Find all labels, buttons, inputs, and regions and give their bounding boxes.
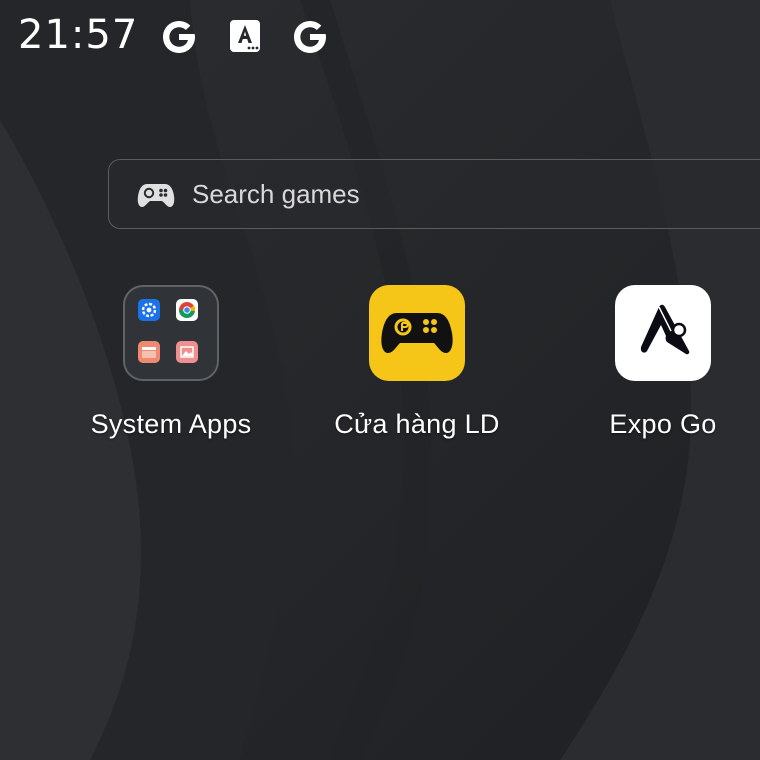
status-time: 21:57 bbox=[18, 12, 139, 58]
file-manager-icon bbox=[138, 341, 160, 363]
google-g-icon bbox=[294, 21, 326, 53]
app-expo-go[interactable]: Expo Go bbox=[563, 285, 760, 455]
folder-icon[interactable] bbox=[123, 285, 219, 381]
expo-go-icon[interactable] bbox=[615, 285, 711, 381]
settings-icon bbox=[138, 299, 160, 321]
app-system-apps[interactable]: System Apps bbox=[71, 285, 271, 455]
status-bar: 21:57 bbox=[0, 0, 760, 76]
app-label: System Apps bbox=[90, 409, 252, 439]
search-placeholder: Search games bbox=[192, 179, 360, 209]
chrome-icon bbox=[176, 299, 198, 321]
app-label: Cửa hàng LD bbox=[334, 409, 500, 439]
gamepad-icon bbox=[137, 184, 175, 207]
google-g-icon bbox=[163, 21, 195, 53]
gallery-icon bbox=[176, 341, 198, 363]
home-screen: 21:57 Search games System Apps Cửa hàng … bbox=[0, 0, 760, 760]
app-label: Expo Go bbox=[609, 409, 717, 439]
app-ld-store[interactable]: Cửa hàng LD bbox=[317, 285, 517, 455]
search-games-bar[interactable]: Search games bbox=[108, 159, 760, 229]
ld-store-gamepad-icon[interactable] bbox=[369, 285, 465, 381]
accessibility-a-icon bbox=[230, 20, 260, 52]
